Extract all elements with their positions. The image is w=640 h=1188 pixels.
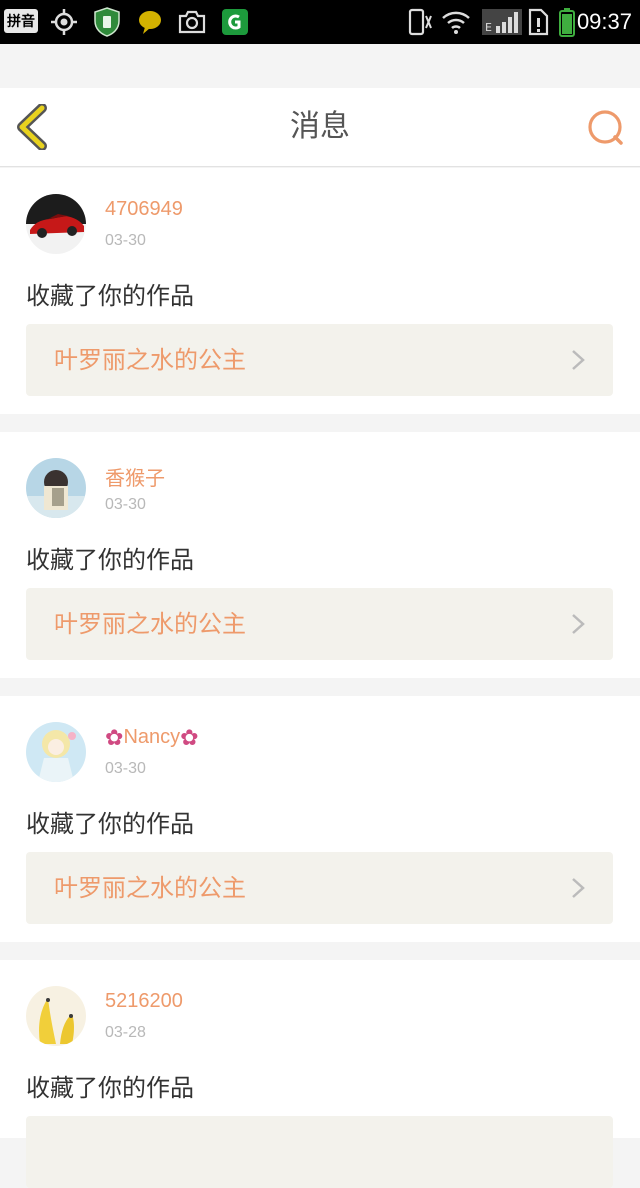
clock-time: 09:37 [576, 9, 632, 34]
message-card: 4706949 03-30 收藏了你的作品 叶罗丽之水的公主 [0, 168, 640, 414]
work-title: 叶罗丽之水的公主 [54, 346, 246, 374]
username[interactable]: 4706949 [105, 198, 183, 221]
action-text: 收藏了你的作品 [26, 1074, 194, 1102]
vibrate-mode-icon [404, 0, 434, 44]
cell-signal-icon: E [482, 0, 522, 44]
status-bar: 拼音 E 09:37 [0, 0, 640, 44]
search-button[interactable] [586, 108, 626, 148]
anime-girl-avatar [26, 722, 86, 782]
message-card: 香猴子 03-30 收藏了你的作品 叶罗丽之水的公主 [0, 432, 640, 678]
battery-icon [556, 0, 578, 44]
nav-header: 消息 [0, 88, 640, 167]
flower-decoration-right: ✿ [180, 724, 199, 750]
top-spacer [0, 44, 640, 88]
chevron-right-icon [572, 614, 585, 634]
message-date: 03-28 [105, 1024, 146, 1041]
security-shield-icon [92, 0, 122, 44]
message-date: 03-30 [105, 760, 146, 777]
work-link[interactable]: 叶罗丽之水的公主 [26, 324, 613, 396]
work-title: 叶罗丽之水的公主 [54, 874, 246, 902]
search-icon [588, 110, 623, 145]
svg-text:E: E [485, 21, 492, 34]
message-card: ✿ Nancy ✿ 03-30 收藏了你的作品 叶罗丽之水的公主 [0, 696, 640, 942]
gps-icon [48, 0, 80, 44]
banana-toy-avatar [26, 986, 86, 1046]
work-title: 叶罗丽之水的公主 [54, 610, 246, 638]
work-link[interactable]: 叶罗丽之水的公主 [26, 852, 613, 924]
chevron-right-icon [572, 350, 585, 370]
message-card: 5216200 03-28 收藏了你的作品 [0, 960, 640, 1188]
page-title: 消息 [290, 109, 350, 144]
flower-decoration-left: ✿ [105, 724, 124, 750]
username[interactable]: 5216200 [105, 990, 183, 1013]
wifi-icon [440, 0, 472, 44]
chat-bubble-icon [136, 0, 164, 44]
action-text: 收藏了你的作品 [26, 810, 194, 838]
app-notification-icon [220, 0, 250, 44]
chevron-right-icon [572, 878, 585, 898]
avatar[interactable] [26, 194, 86, 254]
girl-reading-avatar [26, 458, 86, 518]
message-date: 03-30 [105, 232, 146, 249]
username[interactable]: ✿ Nancy ✿ [105, 726, 199, 749]
work-link[interactable] [26, 1116, 613, 1188]
avatar[interactable] [26, 458, 86, 518]
red-sports-car-avatar [26, 194, 86, 254]
username[interactable]: 香猴子 [105, 462, 165, 491]
username-text: Nancy [123, 726, 181, 748]
sim-alert-icon [526, 0, 550, 44]
ime-indicator: 拼音 [4, 9, 38, 33]
message-date: 03-30 [105, 496, 146, 513]
avatar[interactable] [26, 986, 86, 1046]
avatar[interactable] [26, 722, 86, 782]
camera-icon [176, 0, 208, 44]
action-text: 收藏了你的作品 [26, 546, 194, 574]
action-text: 收藏了你的作品 [26, 282, 194, 310]
work-link[interactable]: 叶罗丽之水的公主 [26, 588, 613, 660]
